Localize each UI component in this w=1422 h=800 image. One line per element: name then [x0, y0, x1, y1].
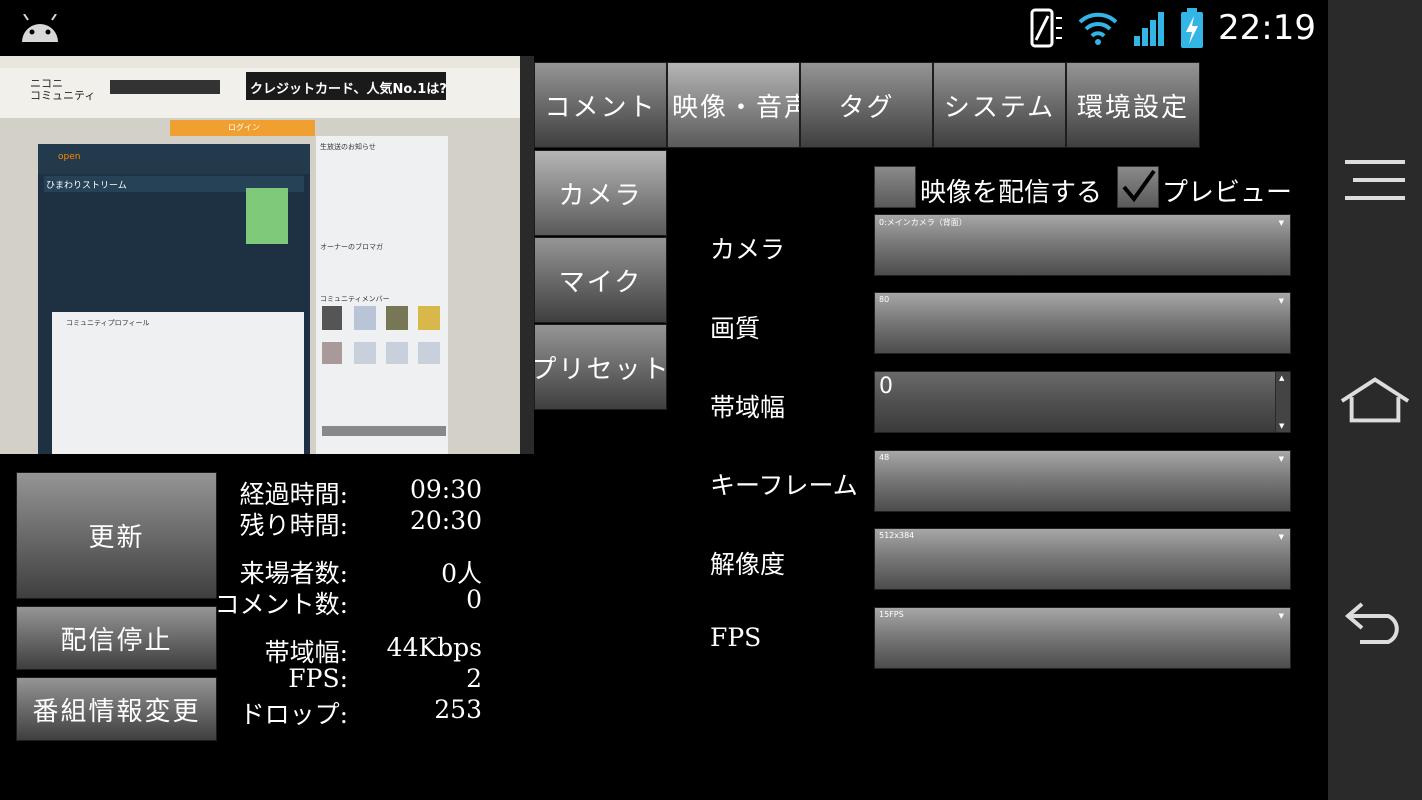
- tab-preset-label: プリセット: [534, 354, 667, 385]
- drop-value: 253: [434, 695, 482, 724]
- navigation-bar: [1328, 0, 1422, 800]
- tab-preferences[interactable]: 環境設定: [1066, 62, 1200, 148]
- tab-system[interactable]: システム: [933, 62, 1066, 148]
- bandwidth-label: 帯域幅: [710, 393, 786, 422]
- camera-preview: ニコニ コミュニティ クレジットカード、人気No.1は? ログイン open ひ…: [0, 56, 534, 454]
- stop-broadcast-label: 配信停止: [60, 625, 173, 656]
- preview-community-name: ひまわりストリーム: [46, 181, 127, 191]
- tab-preferences-label: 環境設定: [1076, 92, 1189, 123]
- tab-preset[interactable]: プリセット: [534, 324, 667, 410]
- tab-video-audio[interactable]: 映像・音声: [667, 62, 800, 148]
- tab-comment[interactable]: コメント: [534, 62, 667, 148]
- drop-label: ドロップ:: [239, 700, 348, 729]
- dropdown-arrow-icon: ▼: [1278, 533, 1284, 541]
- clock: 22:19: [1218, 8, 1316, 48]
- preview-panel-title: open: [58, 152, 81, 162]
- bandwidth-input[interactable]: 0 ▲ ▼: [874, 371, 1291, 433]
- resolution-select[interactable]: 512x384 ▼: [874, 528, 1291, 590]
- bandwidth-input-value: 0: [879, 374, 893, 399]
- tab-mic-label: マイク: [558, 267, 643, 298]
- preview-checkbox[interactable]: [1117, 166, 1159, 208]
- resolution-label: 解像度: [710, 550, 786, 579]
- tab-system-label: システム: [943, 92, 1056, 123]
- recent-apps-button[interactable]: [1338, 150, 1412, 210]
- elapsed-time-value: 09:30: [409, 475, 482, 504]
- battery-charging-icon: [1181, 8, 1204, 48]
- tab-tag[interactable]: タグ: [800, 62, 933, 148]
- back-button[interactable]: [1338, 592, 1412, 652]
- fps-select-value: 15FPS: [879, 610, 904, 619]
- camera-label: カメラ: [710, 235, 786, 264]
- bandwidth-stepper[interactable]: ▲ ▼: [1275, 372, 1290, 432]
- keyframe-select[interactable]: 48 ▼: [874, 450, 1291, 512]
- remaining-time-value: 20:30: [409, 506, 482, 535]
- fps-label: FPS: [710, 623, 762, 652]
- signal-icon: [1134, 12, 1165, 46]
- dropdown-arrow-icon: ▼: [1278, 455, 1284, 463]
- fps-select[interactable]: 15FPS ▼: [874, 607, 1291, 669]
- stat-bandwidth-value: 44Kbps: [386, 633, 482, 662]
- comments-count-label: コメント数:: [214, 590, 348, 619]
- home-button[interactable]: [1338, 370, 1412, 430]
- preview-members-header: コミュニティメンバー: [320, 295, 390, 303]
- preview-profile-header: コミュニティプロフィール: [66, 319, 150, 327]
- update-button-label: 更新: [88, 523, 145, 553]
- camera-select-value: 0:メインカメラ（背面）: [879, 218, 967, 227]
- comments-count-value: 0: [466, 585, 482, 614]
- wifi-icon: [1078, 12, 1118, 45]
- camera-select[interactable]: 0:メインカメラ（背面） ▼: [874, 214, 1291, 276]
- resolution-select-value: 512x384: [879, 531, 915, 540]
- preview-image: [0, 56, 534, 454]
- down-arrow-icon: ▼: [1279, 422, 1285, 430]
- android-icon: [22, 14, 58, 42]
- checkmark-icon: [1122, 169, 1156, 203]
- quality-label: 画質: [710, 314, 761, 343]
- broadcast-video-label: 映像を配信する: [920, 178, 1103, 208]
- stat-fps-value: 2: [466, 664, 482, 693]
- keyframe-label: キーフレーム: [710, 471, 858, 500]
- quality-select-value: 80: [879, 295, 890, 304]
- keyframe-select-value: 48: [879, 453, 890, 462]
- vibrate-icon: [1030, 8, 1063, 48]
- dropdown-arrow-icon: ▼: [1278, 297, 1284, 305]
- preview-label: プレビュー: [1162, 178, 1293, 208]
- tab-mic[interactable]: マイク: [534, 237, 667, 323]
- tab-camera[interactable]: カメラ: [534, 150, 667, 236]
- tab-video-audio-label: 映像・音声: [672, 92, 800, 123]
- dropdown-arrow-icon: ▼: [1278, 219, 1284, 227]
- tab-camera-label: カメラ: [558, 180, 643, 211]
- dropdown-arrow-icon: ▼: [1278, 612, 1284, 620]
- remaining-time-label: 残り時間:: [239, 511, 348, 540]
- preview-ad-banner: クレジットカード、人気No.1は?: [250, 82, 447, 97]
- home-icon: [1340, 377, 1410, 423]
- tab-tag-label: タグ: [838, 92, 895, 123]
- menu-icon: [1345, 160, 1405, 200]
- back-icon: [1344, 602, 1399, 644]
- quality-select[interactable]: 80 ▼: [874, 292, 1291, 354]
- preview-owner-blog: オーナーのブロマガ: [320, 243, 383, 251]
- stat-fps-label: FPS:: [288, 664, 348, 693]
- broadcast-video-checkbox[interactable]: [874, 166, 916, 208]
- up-arrow-icon: ▲: [1279, 374, 1285, 382]
- preview-login-button: ログイン: [228, 123, 260, 132]
- preview-site-header-line2: コミュニティ: [30, 89, 96, 102]
- status-bar: 22:19: [0, 0, 1328, 56]
- preview-live-notice: 生放送のお知らせ: [320, 143, 376, 151]
- tab-comment-label: コメント: [544, 92, 657, 123]
